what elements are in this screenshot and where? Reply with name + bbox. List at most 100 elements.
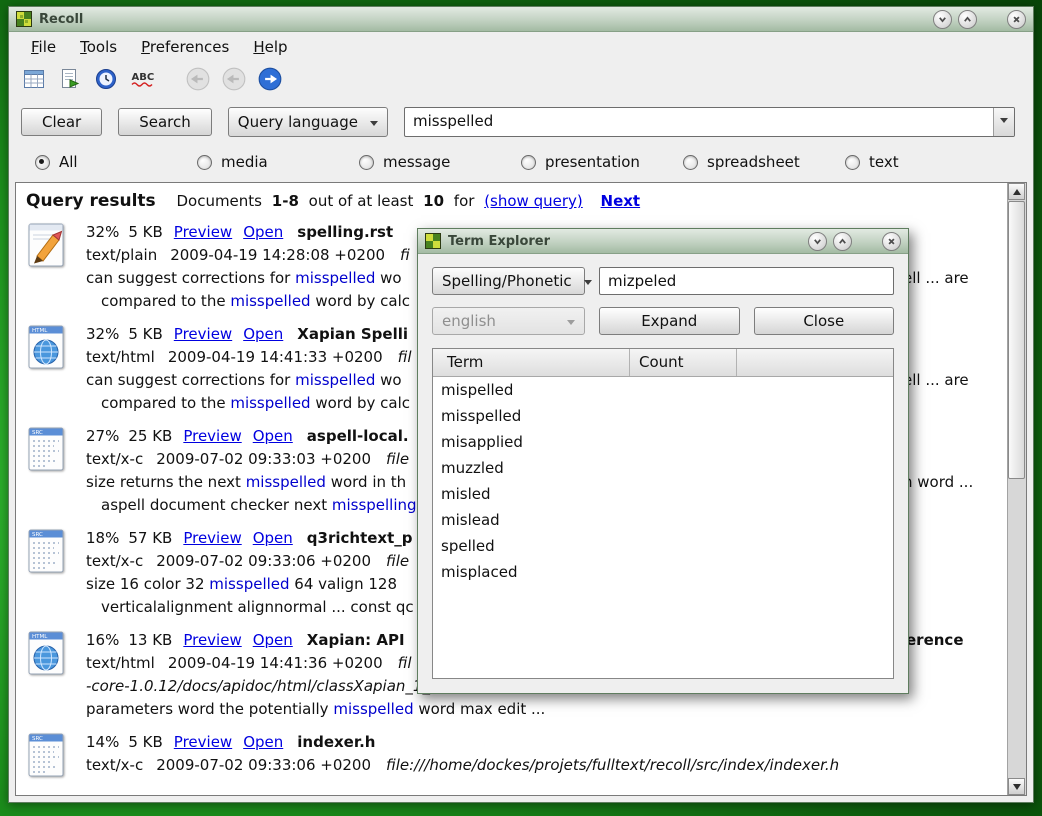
dialog-close-button[interactable] [882, 232, 901, 251]
filter-presentation[interactable]: presentation [521, 153, 683, 171]
svg-text:SRC: SRC [32, 736, 43, 742]
dialog-rollup-button[interactable] [833, 232, 852, 251]
term-table-header[interactable]: Term Count [433, 349, 893, 377]
query-input-combo[interactable]: misspelled [404, 107, 1015, 137]
menu-tools[interactable]: Tools [70, 35, 127, 59]
dialog-titlebar[interactable]: Term Explorer [418, 229, 908, 254]
filter-text[interactable]: text [845, 153, 1007, 171]
doc-size: 57 KB [128, 529, 172, 547]
nav-forward-button[interactable] [255, 66, 285, 96]
radio-icon[interactable] [359, 155, 374, 170]
preview-link[interactable]: Preview [183, 631, 241, 649]
filter-spreadsheet[interactable]: spreadsheet [683, 153, 845, 171]
query-input[interactable]: misspelled [405, 108, 993, 136]
doc-url: fi [400, 246, 410, 264]
query-mode-label: Query language [238, 113, 358, 131]
preview-link[interactable]: Preview [174, 223, 232, 241]
doc-title: Xapian Spelli [297, 325, 408, 343]
query-mode-combo[interactable]: Query language [228, 107, 388, 137]
open-link[interactable]: Open [243, 325, 283, 343]
src-file-icon: SRC [24, 731, 76, 783]
query-dropdown-button[interactable] [993, 108, 1014, 136]
preview-link[interactable]: Preview [183, 529, 241, 547]
nav-first-button[interactable] [183, 66, 213, 96]
expansion-mode-combo[interactable]: Spelling/Phonetic [432, 267, 585, 295]
radio-icon[interactable] [683, 155, 698, 170]
snippet-text: can suggest corrections for [86, 371, 295, 389]
open-link[interactable]: Open [253, 427, 293, 445]
term-row[interactable]: mislead [433, 507, 893, 533]
src-file-icon: SRC [24, 527, 76, 619]
next-page-link[interactable]: Next [601, 192, 641, 210]
search-button[interactable]: Search [118, 108, 212, 136]
term-row[interactable]: misled [433, 481, 893, 507]
filter-media[interactable]: media [197, 153, 359, 171]
svg-text:ABC: ABC [132, 72, 155, 83]
snippet-text: misspelled [230, 394, 310, 412]
scroll-down-button[interactable] [1008, 778, 1025, 795]
term-row[interactable]: mispelled [433, 377, 893, 403]
count-column-header[interactable]: Count [630, 349, 737, 376]
relevance-percent: 27% [86, 427, 119, 445]
expand-button[interactable]: Expand [599, 307, 740, 335]
term-row[interactable]: misplaced [433, 559, 893, 585]
html-file-icon: HTML [24, 629, 76, 721]
start-query-button[interactable] [55, 66, 85, 96]
term-row[interactable]: misspelled [433, 403, 893, 429]
result-snippet: parameters word the potentially misspell… [86, 698, 996, 721]
results-scrollbar[interactable] [1007, 183, 1026, 795]
clear-button[interactable]: Clear [21, 108, 102, 136]
doc-url: fil [398, 654, 412, 672]
show-query-link[interactable]: (show query) [484, 192, 583, 210]
history-button[interactable] [91, 66, 121, 96]
nav-back-button[interactable] [219, 66, 249, 96]
dialog-body: Spelling/Phonetic mizpeled english Expan… [418, 254, 908, 693]
close-dialog-button[interactable]: Close [754, 307, 895, 335]
term-row[interactable]: muzzled [433, 455, 893, 481]
main-titlebar[interactable]: Recoll [9, 7, 1033, 32]
menu-help[interactable]: Help [243, 35, 297, 59]
term-explorer-button[interactable]: ABC [127, 66, 157, 96]
table-icon [22, 67, 46, 95]
snippet-fragment: n word ... [903, 471, 973, 494]
radio-icon[interactable] [197, 155, 212, 170]
language-combo[interactable]: english [432, 307, 585, 335]
term-row[interactable]: spelled [433, 533, 893, 559]
radio-icon[interactable] [35, 155, 50, 170]
preview-link[interactable]: Preview [174, 733, 232, 751]
open-link[interactable]: Open [243, 733, 283, 751]
rollup-button[interactable] [958, 10, 977, 29]
filter-message[interactable]: message [359, 153, 521, 171]
snippet-text: misspelled [209, 575, 289, 593]
term-column-header[interactable]: Term [433, 349, 630, 376]
docs-total: 10 [423, 192, 444, 210]
open-link[interactable]: Open [253, 529, 293, 547]
radio-icon[interactable] [845, 155, 860, 170]
menu-file[interactable]: File [21, 35, 66, 59]
term-input[interactable]: mizpeled [599, 267, 894, 295]
mime-type: text/x-c [86, 756, 143, 774]
preview-link[interactable]: Preview [174, 325, 232, 343]
docs-label: Documents [176, 192, 262, 210]
preview-link[interactable]: Preview [183, 427, 241, 445]
dialog-row-1: Spelling/Phonetic mizpeled [432, 267, 894, 295]
rolldown-button[interactable] [933, 10, 952, 29]
snippet-text: compared to the [101, 394, 230, 412]
doc-size: 25 KB [128, 427, 172, 445]
open-link[interactable]: Open [243, 223, 283, 241]
scroll-up-button[interactable] [1008, 183, 1025, 200]
doc-size: 5 KB [128, 733, 162, 751]
open-link[interactable]: Open [253, 631, 293, 649]
doc-date: 2009-07-02 09:33:06 +0200 [156, 756, 371, 774]
close-button[interactable] [1007, 10, 1026, 29]
term-row[interactable]: misapplied [433, 429, 893, 455]
doc-date: 2009-04-19 14:41:36 +0200 [168, 654, 383, 672]
radio-icon[interactable] [521, 155, 536, 170]
filter-all[interactable]: All [35, 153, 197, 171]
chevron-down-icon [567, 320, 575, 329]
clear-search-button[interactable] [19, 66, 49, 96]
menu-preferences[interactable]: Preferences [131, 35, 239, 59]
scroll-thumb[interactable] [1008, 201, 1025, 479]
dialog-rolldown-button[interactable] [808, 232, 827, 251]
right-arrow-icon [257, 66, 283, 96]
